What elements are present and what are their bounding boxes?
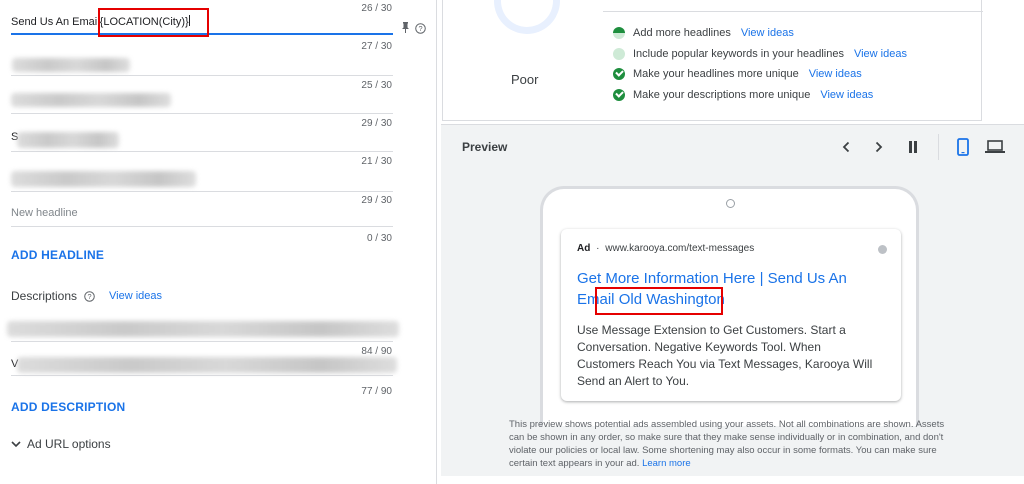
redacted-text (17, 357, 397, 373)
todo-icon (613, 48, 625, 60)
descriptions-header: Descriptions ? View ideas (11, 289, 162, 303)
description-1-input[interactable] (7, 316, 399, 342)
tip-text: Make your headlines more unique (633, 68, 799, 80)
info-icon[interactable] (878, 245, 887, 254)
headline-4-input[interactable]: S (11, 126, 393, 152)
tip-text: Add more headlines (633, 27, 731, 39)
phone-camera (726, 199, 735, 208)
add-headline-counter: 0 / 30 (366, 233, 392, 244)
descriptions-label: Descriptions (11, 289, 78, 303)
add-headline-button[interactable]: ADD HEADLINE (11, 248, 104, 262)
headline-1-text: Send Us An Email (11, 16, 100, 28)
check-circle-icon (613, 89, 625, 101)
tip-view-ideas-link[interactable]: View ideas (854, 48, 907, 60)
tip-unique-descriptions: Make your descriptions more unique View … (613, 87, 873, 103)
ad-preview-card: Ad · www.karooya.com/text-messages Get M… (561, 229, 901, 401)
description-2-counter: 77 / 90 (361, 386, 392, 397)
location-highlight (595, 287, 723, 315)
ad-display-url: www.karooya.com/text-messages (605, 243, 755, 254)
svg-text:?: ? (87, 291, 91, 300)
preview-panel: Preview Ad · www.karooya.com/text-messag… (441, 124, 1024, 476)
descriptions-view-ideas-link[interactable]: View ideas (109, 290, 162, 302)
desktop-icon[interactable] (983, 135, 1007, 159)
chevron-down-icon (11, 440, 21, 448)
ad-description: Use Message Extension to Get Customers. … (577, 323, 873, 388)
redacted-text (17, 132, 119, 148)
tip-view-ideas-link[interactable]: View ideas (741, 27, 794, 39)
half-progress-icon (613, 27, 625, 39)
new-headline-input[interactable]: New headline (11, 200, 393, 227)
tip-text: Include popular keywords in your headlin… (633, 48, 844, 60)
ad-strength-gauge (483, 0, 571, 45)
redacted-text (12, 58, 130, 72)
ad-url-options-label: Ad URL options (27, 437, 111, 451)
tip-text: Make your descriptions more unique (633, 89, 811, 101)
phone-frame: Ad · www.karooya.com/text-messages Get M… (540, 186, 919, 426)
tip-view-ideas-link[interactable]: View ideas (809, 68, 862, 80)
svg-text:?: ? (418, 24, 422, 33)
pin-icon[interactable] (401, 22, 410, 33)
tip-popular-keywords: Include popular keywords in your headlin… (613, 46, 907, 62)
ad-separator: · (596, 243, 600, 254)
add-description-button[interactable]: ADD DESCRIPTION (11, 400, 125, 414)
tip-add-headlines: Add more headlines View ideas (613, 25, 794, 41)
chevron-right-icon[interactable] (867, 135, 891, 159)
ad-url-options-toggle[interactable]: Ad URL options (11, 437, 111, 451)
check-circle-icon (613, 68, 625, 80)
headline-2-input[interactable] (11, 56, 393, 76)
ad-header: Ad · www.karooya.com/text-messages (577, 243, 754, 254)
learn-more-link[interactable]: Learn more (642, 458, 691, 469)
descriptions-help-icon[interactable]: ? (84, 290, 95, 302)
divider (603, 11, 983, 12)
pause-icon[interactable] (901, 135, 925, 159)
divider (938, 134, 939, 160)
preview-title: Preview (462, 140, 508, 154)
ad-strength-rating: Poor (511, 72, 539, 87)
headline-5-input[interactable] (11, 162, 393, 192)
tip-view-ideas-link[interactable]: View ideas (820, 89, 873, 101)
description-2-input[interactable]: V (11, 350, 397, 376)
ad-strength-card: Poor Add more headlines View ideas Inclu… (442, 0, 983, 121)
ad-label: Ad (577, 243, 591, 254)
tip-unique-headlines: Make your headlines more unique View ide… (613, 66, 862, 82)
mobile-icon[interactable] (951, 135, 975, 159)
preview-disclaimer: This preview shows potential ads assembl… (509, 418, 955, 470)
asset-editor-panel: 26 / 30 Send Us An Email{LOCATION(City)}… (0, 0, 437, 484)
headline-3-input[interactable] (11, 88, 393, 114)
headline-2-counter: 27 / 30 (361, 41, 392, 52)
redacted-text (11, 171, 196, 187)
location-tag-highlight (98, 8, 209, 37)
help-icon[interactable]: ? (415, 23, 426, 34)
new-headline-placeholder: New headline (11, 207, 78, 219)
redacted-text (11, 93, 171, 107)
chevron-left-icon[interactable] (834, 135, 858, 159)
disclaimer-text: This preview shows potential ads assembl… (509, 419, 945, 469)
redacted-text (7, 321, 399, 337)
